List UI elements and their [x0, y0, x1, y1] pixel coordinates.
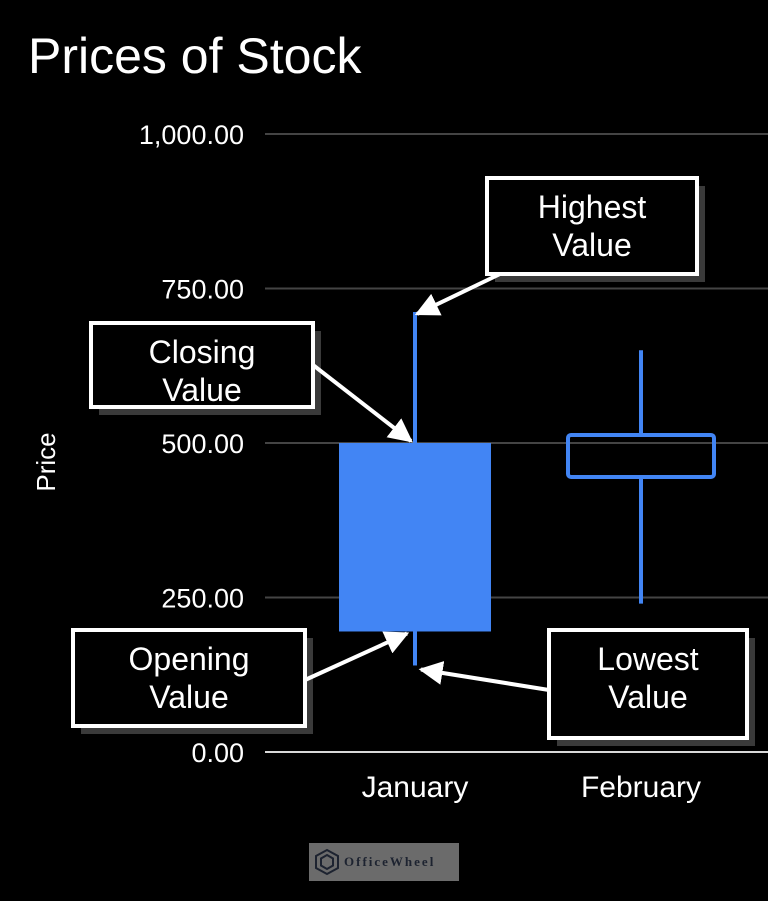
y-tick-label: 250.00 — [161, 584, 244, 614]
officewheel-logo-icon — [315, 848, 339, 876]
category-label: January — [362, 771, 469, 804]
callout-arrow — [418, 661, 550, 692]
callout-text: Value — [552, 227, 631, 263]
callout-text: Value — [608, 679, 687, 715]
callout-closing: ClosingValue — [89, 321, 413, 443]
category-label: February — [581, 771, 701, 804]
y-tick-label: 500.00 — [161, 429, 244, 459]
callout-highest: HighestValue — [414, 176, 705, 316]
callout-opening: OpeningValue — [71, 628, 410, 734]
stock-chart: Prices of Stock 0.00 250.00 500.00 750.00 1,… — [28, 28, 768, 804]
y-tick-label: 750.00 — [161, 275, 244, 305]
callout-text: Value — [162, 372, 241, 408]
candles — [339, 311, 716, 666]
watermark-text: OfficeWheel — [344, 854, 436, 869]
callout-text: Highest — [538, 189, 647, 225]
callout-text: Lowest — [597, 641, 699, 677]
candle-body — [566, 432, 716, 479]
candle-body — [339, 443, 491, 632]
y-tick-label: 1,000.00 — [139, 120, 244, 150]
callout-arrow — [414, 272, 501, 316]
callout-arrow — [304, 631, 410, 682]
callout-text: Value — [149, 679, 228, 715]
callout-lowest: LowestValue — [418, 628, 755, 746]
chart-title: Prices of Stock — [28, 28, 362, 84]
callout-arrow — [311, 363, 413, 443]
candle-february — [566, 350, 716, 604]
y-axis-label: Price — [31, 432, 61, 491]
candle-january — [339, 311, 491, 666]
callout-text: Closing — [149, 334, 256, 370]
category-labels: January February — [362, 771, 701, 804]
callout-text: Opening — [129, 641, 250, 677]
watermark: OfficeWheel — [309, 843, 459, 881]
y-tick-label: 0.00 — [191, 738, 244, 768]
